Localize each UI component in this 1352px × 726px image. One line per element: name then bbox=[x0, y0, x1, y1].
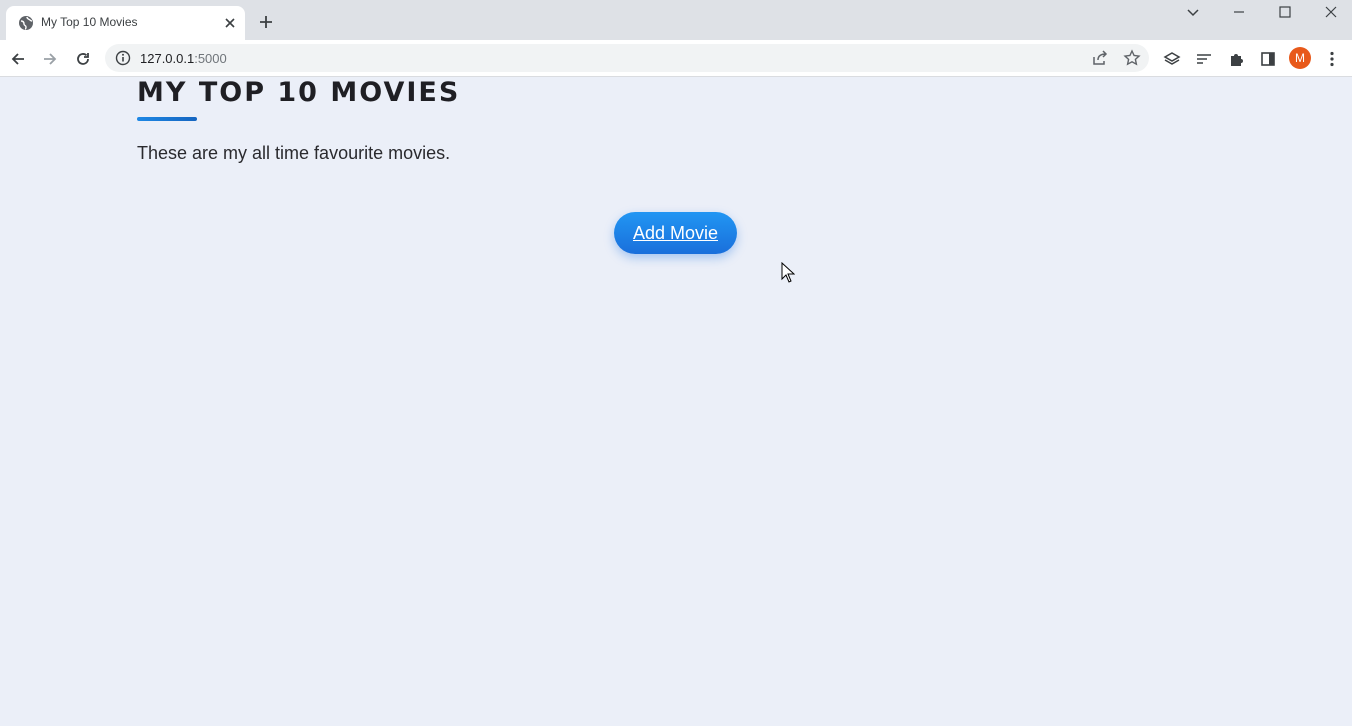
forward-arrow-icon[interactable] bbox=[41, 50, 59, 68]
mouse-cursor-icon bbox=[781, 262, 795, 283]
tab-search-chevron-icon[interactable] bbox=[1185, 4, 1201, 20]
share-icon[interactable] bbox=[1091, 49, 1109, 67]
add-movie-button[interactable]: Add Movie bbox=[614, 212, 737, 254]
browser-tab[interactable]: My Top 10 Movies bbox=[6, 6, 245, 40]
url-host: 127.0.0.1 bbox=[140, 51, 195, 66]
side-panel-icon[interactable] bbox=[1259, 50, 1277, 68]
url-text[interactable]: 127.0.0.1:5000 bbox=[140, 51, 227, 66]
extensions-puzzle-icon[interactable] bbox=[1227, 50, 1245, 68]
reload-icon[interactable] bbox=[74, 50, 92, 68]
more-menu-icon[interactable] bbox=[1323, 50, 1341, 68]
page-content: MY TOP 10 MOVIES These are my all time f… bbox=[0, 77, 1352, 726]
tab-strip: My Top 10 Movies bbox=[0, 0, 1352, 40]
layers-extension-icon[interactable] bbox=[1163, 50, 1181, 68]
maximize-icon[interactable] bbox=[1277, 4, 1293, 20]
bookmark-star-icon[interactable] bbox=[1123, 49, 1141, 67]
browser-toolbar: 127.0.0.1:5000 M bbox=[0, 40, 1352, 77]
close-window-icon[interactable] bbox=[1323, 4, 1339, 20]
back-arrow-icon[interactable] bbox=[9, 50, 27, 68]
page-subtitle: These are my all time favourite movies. bbox=[137, 143, 451, 163]
globe-icon bbox=[19, 16, 33, 30]
minimize-icon[interactable] bbox=[1231, 4, 1247, 20]
address-bar[interactable]: 127.0.0.1:5000 bbox=[105, 44, 1149, 72]
url-port: :5000 bbox=[194, 51, 227, 66]
site-info-icon[interactable] bbox=[115, 50, 131, 66]
page-title: MY TOP 10 MOVIES bbox=[137, 77, 461, 108]
profile-avatar[interactable]: M bbox=[1289, 47, 1311, 69]
new-tab-icon[interactable] bbox=[258, 14, 274, 30]
title-underline bbox=[137, 117, 197, 121]
tab-title: My Top 10 Movies bbox=[41, 15, 138, 29]
close-tab-icon[interactable] bbox=[222, 15, 238, 31]
reading-list-icon[interactable] bbox=[1195, 50, 1213, 68]
